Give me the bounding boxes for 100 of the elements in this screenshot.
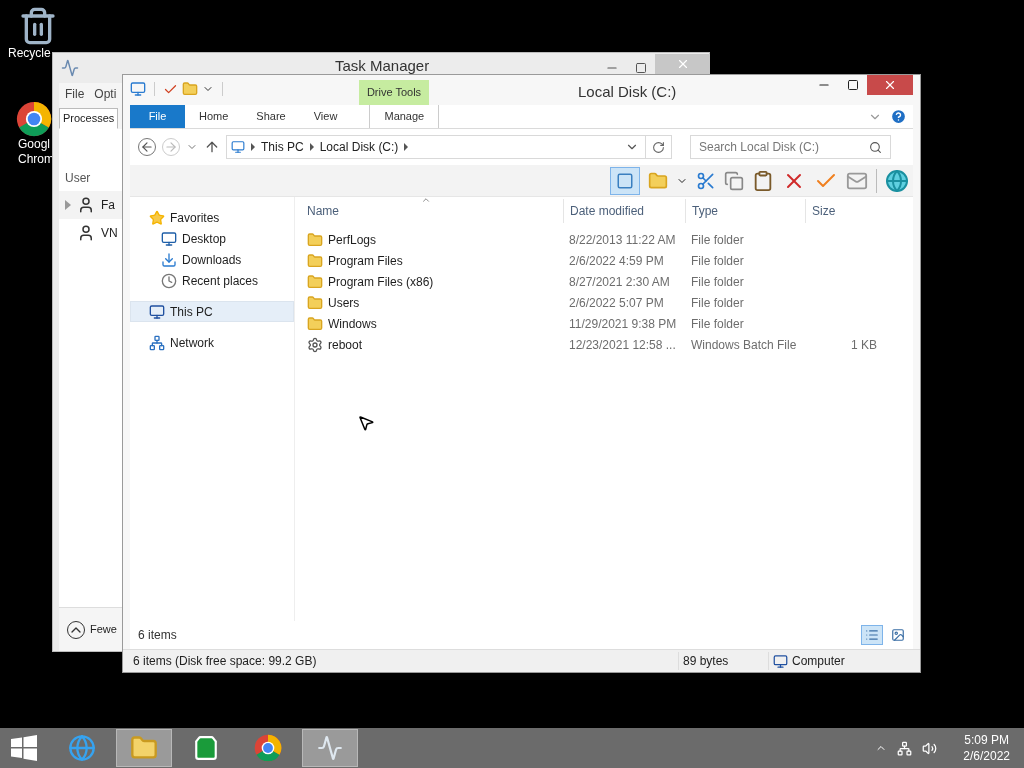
date-cell-text: 8/22/2013 11:22 AM [568, 231, 677, 249]
maximize-icon[interactable] [635, 62, 647, 74]
status-summary: 6 items (Disk free space: 99.2 GB) [133, 653, 318, 670]
computer-icon [773, 653, 788, 669]
paste-icon[interactable] [752, 169, 774, 192]
type-cell-text: File folder [690, 315, 745, 333]
date-cell-text: 11/29/2021 9:38 PM [568, 315, 678, 333]
file-name: PerfLogs [328, 231, 377, 249]
ribbon-tab[interactable]: Manage [369, 105, 440, 128]
status-location: Computer [792, 653, 845, 670]
column-header[interactable]: Type [685, 199, 805, 223]
refresh-icon[interactable] [652, 140, 665, 154]
monitor-chart-icon [61, 59, 79, 77]
menu-item[interactable]: Opti [94, 85, 117, 103]
nav-item[interactable]: Network [130, 332, 294, 353]
ribbon-tab[interactable]: Share [242, 105, 300, 128]
item-count: 6 items [138, 627, 177, 644]
maximize-icon[interactable] [847, 79, 859, 91]
computer-icon [149, 303, 165, 320]
help-icon[interactable] [890, 108, 907, 125]
file-row[interactable]: Program Files (x86) 8/27/2021 2:30 AM File folder [301, 271, 913, 292]
file-row[interactable]: PerfLogs 8/22/2013 11:22 AM File folder [301, 229, 913, 250]
file-name: reboot [328, 336, 363, 354]
desktop-icon-label: Googl [18, 137, 52, 152]
breadcrumb-item[interactable]: Local Disk (C:) [319, 138, 399, 156]
file-row[interactable]: Program Files 2/6/2022 4:59 PM File folder [301, 250, 913, 271]
folder-icon [307, 273, 323, 290]
details-view-icon [865, 628, 879, 642]
user-name: VN [101, 225, 118, 242]
view-button[interactable] [861, 625, 883, 645]
tab[interactable]: Processes [59, 108, 119, 129]
date-cell-text: 8/27/2021 2:30 AM [568, 273, 671, 291]
menu-item[interactable]: File [65, 85, 85, 103]
type-cell-text: Windows Batch File [690, 336, 798, 354]
windows-logo-icon [11, 735, 37, 761]
user-icon [77, 224, 95, 242]
ribbon-tab[interactable]: View [299, 105, 352, 128]
folder-icon [307, 294, 323, 311]
clock[interactable]: 5:09 PM 2/6/2022 [963, 732, 1010, 764]
file-name: Program Files (x86) [328, 273, 434, 291]
column-header[interactable]: Date modified [563, 199, 685, 223]
close-icon [883, 78, 897, 92]
search-field[interactable]: Search Local Disk (C:) [699, 138, 869, 156]
file-row[interactable]: Windows 11/29/2021 9:38 PM File folder [301, 313, 913, 334]
star-icon [149, 209, 165, 226]
separator-arrow-icon[interactable] [309, 143, 314, 151]
file-row[interactable]: reboot 12/23/2021 12:58 ... Windows Batch File 1 KB [301, 334, 913, 355]
size-cell-text: 1 KB [851, 336, 877, 354]
user-name: Fa [101, 197, 115, 214]
status-size: 89 bytes [678, 652, 768, 670]
nav-item[interactable]: Favorites [130, 207, 294, 228]
type-cell-text: File folder [690, 294, 745, 312]
clock-icon [161, 272, 177, 289]
type-cell-text: File folder [690, 231, 745, 249]
type-cell-text: File folder [690, 273, 745, 291]
file-name: Windows [328, 315, 377, 333]
up-icon[interactable] [204, 139, 220, 155]
address-bar[interactable]: This PC Local Disk (C:) [226, 135, 672, 159]
file-row[interactable]: Users 2/6/2022 5:07 PM File folder [301, 292, 913, 313]
network-icon [149, 334, 165, 351]
browser-icon [68, 734, 96, 762]
thumbnails-view-icon [891, 628, 905, 642]
separator-arrow-icon[interactable] [251, 143, 255, 151]
taskbar-app-button[interactable] [302, 729, 358, 767]
preview-pane-button[interactable] [610, 166, 640, 195]
expand-icon[interactable] [65, 200, 71, 210]
context-tab-header: Drive Tools [359, 80, 429, 105]
nav-item[interactable]: Recent places [130, 270, 294, 291]
cut-icon[interactable] [696, 170, 716, 191]
chrome-icon[interactable] [16, 101, 52, 137]
column-header[interactable]: Size [805, 199, 885, 223]
nav-item[interactable]: This PC [130, 301, 294, 322]
search-box[interactable]: Search Local Disk (C:) [690, 135, 891, 159]
file-name: Program Files [328, 252, 403, 270]
desktop-icon-label: Recycle [8, 46, 52, 61]
date-cell-text: 2/6/2022 5:07 PM [568, 294, 665, 312]
separator-arrow-icon[interactable] [404, 143, 409, 151]
copy-icon[interactable] [724, 170, 744, 191]
user-icon [77, 196, 95, 214]
window-title: Task Manager [335, 57, 430, 74]
ribbon-tab[interactable]: Home [185, 105, 243, 128]
folder-icon [307, 315, 323, 332]
column-header[interactable]: Name [301, 199, 563, 223]
download-icon [161, 251, 177, 268]
breadcrumb-item[interactable]: This PC [261, 138, 304, 156]
window-title: Local Disk (C:) [578, 82, 677, 102]
mouse-cursor-icon [357, 414, 375, 432]
search-icon[interactable] [869, 140, 882, 154]
ribbon-tab[interactable]: File [130, 105, 185, 128]
column-header: User [65, 170, 91, 185]
fewer-details-link[interactable]: Fewe [90, 621, 117, 638]
network-icon[interactable] [897, 740, 913, 756]
type-cell-text: File folder [690, 252, 745, 270]
monitor-chart-icon [317, 735, 343, 761]
nav-item[interactable]: Desktop [130, 228, 294, 249]
gear-file-icon [307, 336, 323, 353]
folder-icon [307, 252, 323, 269]
date-cell-text: 12/23/2021 12:58 ... [568, 336, 677, 354]
volume-icon[interactable] [922, 740, 938, 756]
nav-item[interactable]: Downloads [130, 249, 294, 270]
